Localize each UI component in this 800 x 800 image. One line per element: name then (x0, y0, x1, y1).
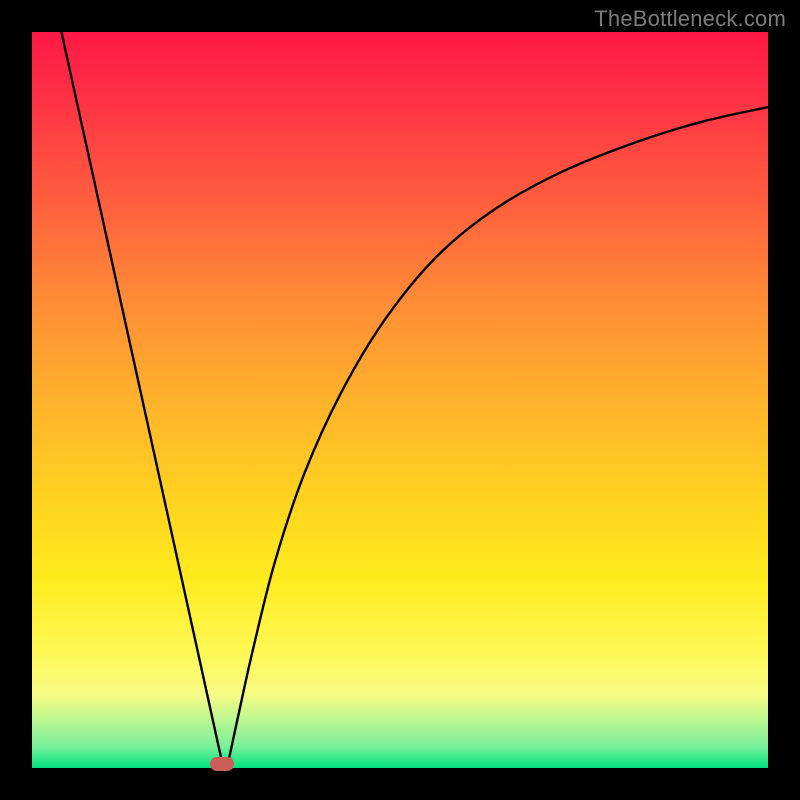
plot-area (32, 32, 768, 768)
chart-frame: TheBottleneck.com (0, 0, 800, 800)
right-segment (227, 107, 768, 768)
watermark-text: TheBottleneck.com (594, 6, 786, 32)
curve-layer (32, 32, 768, 768)
left-segment (61, 32, 223, 768)
min-marker (210, 757, 234, 771)
